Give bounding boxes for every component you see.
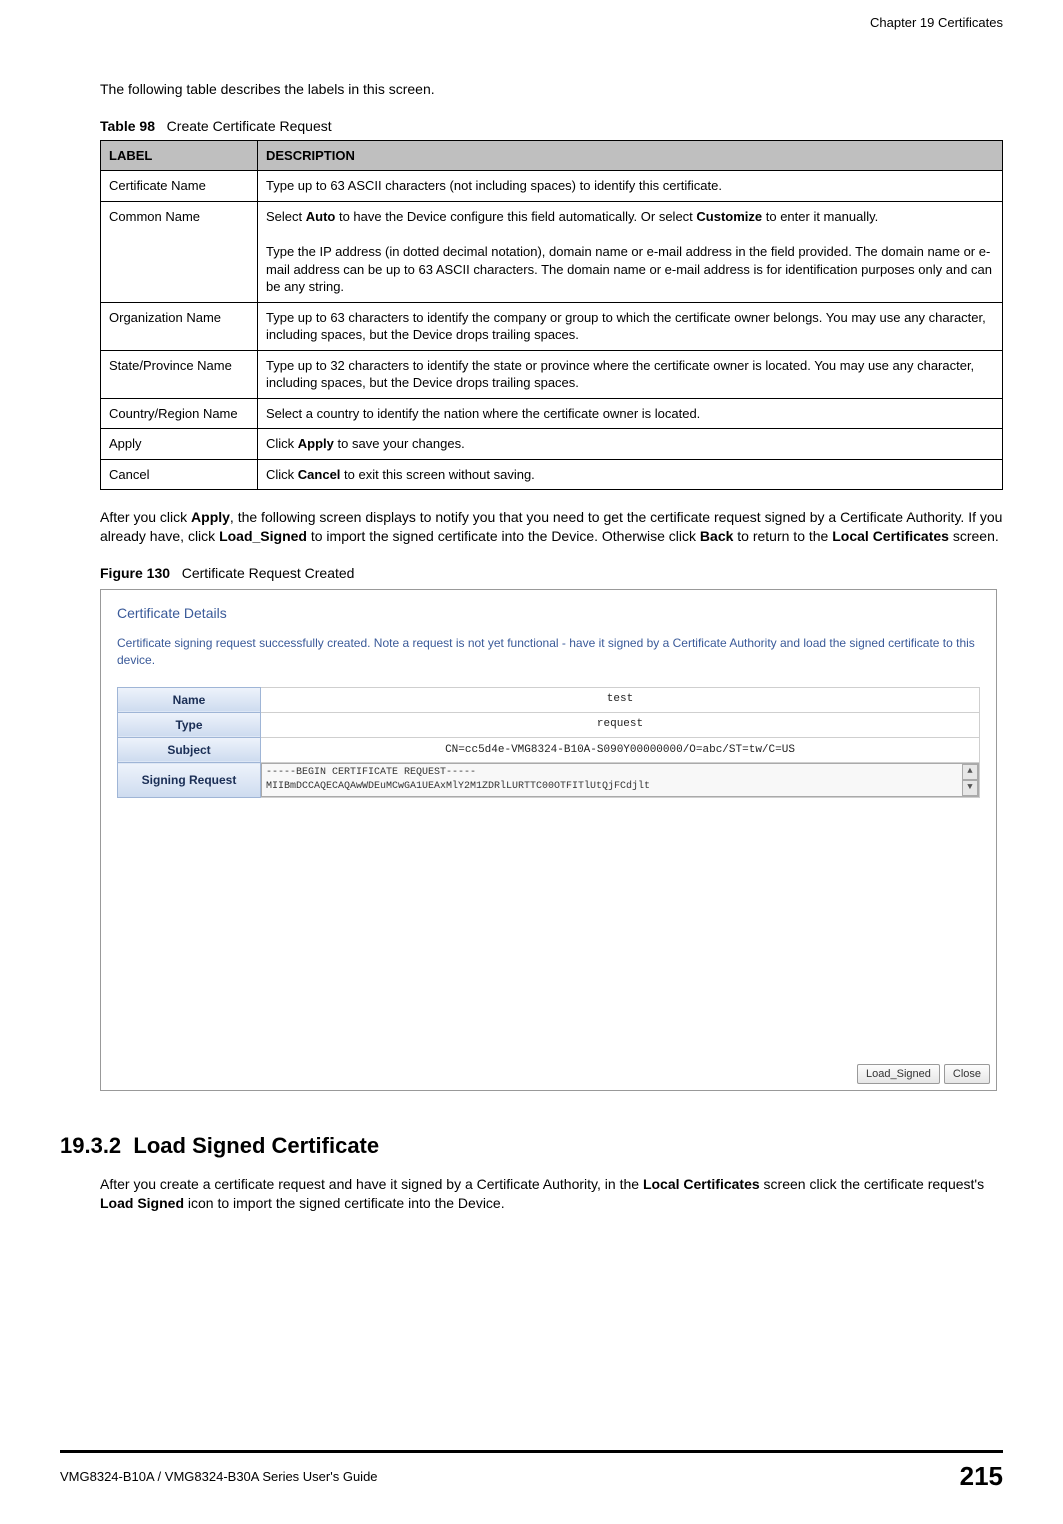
certificate-info-table: Name test Type request Subject CN=cc5d4e… xyxy=(117,687,980,799)
row-label: Common Name xyxy=(101,201,258,302)
table-caption: Table 98 Create Certificate Request xyxy=(100,117,1003,136)
load-signed-button[interactable]: Load_Signed xyxy=(857,1064,940,1084)
section-paragraph: After you create a certificate request a… xyxy=(100,1175,1003,1213)
col-description: DESCRIPTION xyxy=(258,140,1003,171)
table-row: Apply Click Apply to save your changes. xyxy=(101,429,1003,460)
table-row: Cancel Click Cancel to exit this screen … xyxy=(101,459,1003,490)
row-desc: Select a country to identify the nation … xyxy=(258,398,1003,429)
section-title: Load Signed Certificate xyxy=(133,1133,379,1158)
row-desc: Select Auto to have the Device configure… xyxy=(258,201,1003,302)
footer-page-number: 215 xyxy=(960,1459,1003,1494)
cert-subject-label: Subject xyxy=(118,737,261,762)
table-row: Common Name Select Auto to have the Devi… xyxy=(101,201,1003,302)
section-number: 19.3.2 xyxy=(60,1133,121,1158)
after-table-paragraph: After you click Apply, the following scr… xyxy=(100,508,1003,546)
row-label: Country/Region Name xyxy=(101,398,258,429)
certificate-details-modal: Certificate Details Certificate signing … xyxy=(100,589,997,1091)
footer-guide-name: VMG8324-B10A / VMG8324-B30A Series User'… xyxy=(60,1468,378,1486)
row-desc: Type up to 63 ASCII characters (not incl… xyxy=(258,171,1003,202)
cert-subject-value: CN=cc5d4e-VMG8324-B10A-S090Y00000000/O=a… xyxy=(261,737,980,762)
table-row: State/Province Name Type up to 32 charac… xyxy=(101,350,1003,398)
figure-caption: Figure 130 Certificate Request Created xyxy=(100,564,1003,583)
cert-name-value: test xyxy=(261,687,980,712)
row-desc: Type up to 63 characters to identify the… xyxy=(258,302,1003,350)
row-label: Organization Name xyxy=(101,302,258,350)
cert-name-label: Name xyxy=(118,687,261,712)
modal-message: Certificate signing request successfully… xyxy=(117,635,980,669)
row-label: State/Province Name xyxy=(101,350,258,398)
table-row: Certificate Name Type up to 63 ASCII cha… xyxy=(101,171,1003,202)
modal-title: Certificate Details xyxy=(117,604,980,623)
signing-request-text: -----BEGIN CERTIFICATE REQUEST----- MIIB… xyxy=(266,767,650,792)
scroll-down-icon[interactable]: ▼ xyxy=(962,780,978,796)
section-heading: 19.3.2 Load Signed Certificate xyxy=(60,1131,1003,1161)
close-button[interactable]: Close xyxy=(944,1064,990,1084)
figure-caption-number: Figure 130 xyxy=(100,565,170,581)
row-label: Apply xyxy=(101,429,258,460)
labels-table: LABEL DESCRIPTION Certificate Name Type … xyxy=(100,140,1003,491)
figure-caption-title: Certificate Request Created xyxy=(182,565,355,581)
table-caption-number: Table 98 xyxy=(100,118,155,134)
col-label: LABEL xyxy=(101,140,258,171)
page-footer: VMG8324-B10A / VMG8324-B30A Series User'… xyxy=(60,1450,1003,1494)
row-desc: Click Cancel to exit this screen without… xyxy=(258,459,1003,490)
chapter-header: Chapter 19 Certificates xyxy=(870,14,1003,32)
row-label: Cancel xyxy=(101,459,258,490)
signing-request-textarea[interactable]: -----BEGIN CERTIFICATE REQUEST----- MIIB… xyxy=(261,763,979,797)
table-row: Country/Region Name Select a country to … xyxy=(101,398,1003,429)
row-label: Certificate Name xyxy=(101,171,258,202)
table-row: Organization Name Type up to 63 characte… xyxy=(101,302,1003,350)
table-caption-title: Create Certificate Request xyxy=(167,118,332,134)
cert-type-value: request xyxy=(261,712,980,737)
row-desc: Click Apply to save your changes. xyxy=(258,429,1003,460)
cert-type-label: Type xyxy=(118,712,261,737)
scroll-up-icon[interactable]: ▲ xyxy=(962,764,978,780)
intro-paragraph: The following table describes the labels… xyxy=(100,80,1003,99)
cert-signing-request-label: Signing Request xyxy=(118,763,261,798)
row-desc: Type up to 32 characters to identify the… xyxy=(258,350,1003,398)
